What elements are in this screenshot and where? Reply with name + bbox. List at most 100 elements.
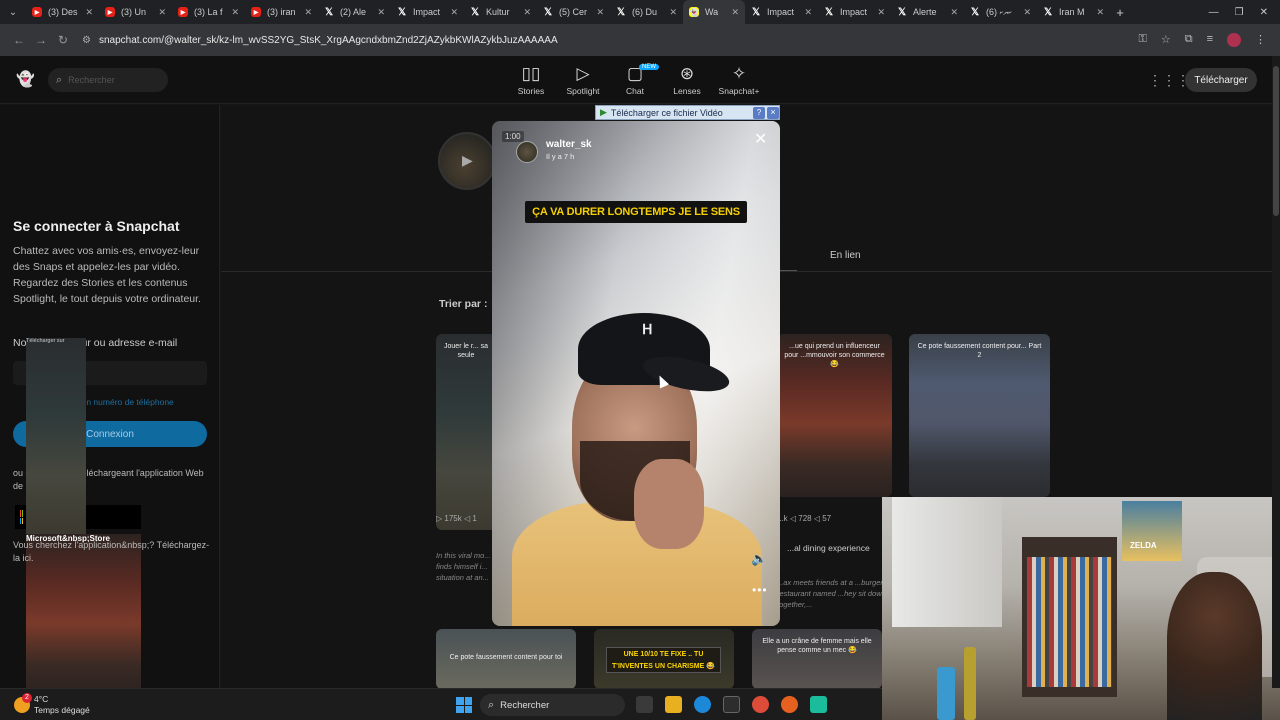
spotlight-thumb[interactable]: Elle a un crâne de femme mais elle pense… xyxy=(752,629,882,689)
browser-tab[interactable]: 𝕏 Iran M ✕ xyxy=(1037,0,1110,24)
x-logo-icon: 𝕏 xyxy=(397,6,407,18)
login-title: Se connecter à Snapchat xyxy=(13,218,180,234)
store-icon[interactable] xyxy=(723,696,740,713)
story-username[interactable]: walter_sk xyxy=(546,139,592,150)
tab-close-icon[interactable]: ✕ xyxy=(950,7,958,18)
minimize-icon[interactable]: — xyxy=(1209,7,1219,18)
task-view-icon[interactable] xyxy=(636,696,653,713)
browser-tab[interactable]: 𝕏 Impact ✕ xyxy=(818,0,891,24)
reload-icon[interactable]: ↻ xyxy=(52,33,74,47)
password-key-icon[interactable]: ⚿ xyxy=(1138,33,1146,47)
windows-start-icon[interactable] xyxy=(456,697,472,713)
tab-close-icon[interactable]: ✕ xyxy=(1023,7,1031,18)
story-time: Il y a 7 h xyxy=(546,152,575,161)
spotlight-thumb[interactable]: Ce pote faussement content pour toi xyxy=(436,629,576,689)
profile-avatar[interactable]: ▶ xyxy=(438,132,496,190)
back-icon[interactable]: ← xyxy=(8,33,30,47)
spotlight-thumb[interactable]: ...ue qui prend un influenceur pour ...m… xyxy=(777,334,892,497)
close-window-icon[interactable]: ✕ xyxy=(1260,7,1268,18)
nav-snapchat-plus[interactable]: ✧ Snapchat+ xyxy=(713,64,765,96)
media-icon[interactable]: ≡ xyxy=(1207,33,1213,47)
extensions-icon[interactable]: ⧉ xyxy=(1185,33,1193,47)
nav-label: Stories xyxy=(517,86,545,96)
spotlight-thumb[interactable]: UNE 10/10 TE FIXE .. TU T'INVENTES UN CH… xyxy=(594,629,734,689)
firefox-icon[interactable] xyxy=(781,696,798,713)
thumb-caption: Ce pote faussement content pour toi xyxy=(449,654,563,661)
tab-related[interactable]: En lien xyxy=(830,250,861,261)
nav-spotlight[interactable]: ▷ Spotlight xyxy=(557,64,609,96)
weather-widget[interactable]: 2 4°C Temps dégagé xyxy=(14,693,90,716)
bookmark-star-icon[interactable]: ☆ xyxy=(1161,33,1171,47)
tab-close-icon[interactable]: ✕ xyxy=(731,7,739,18)
app-question: Vous cherchez l'application&nbsp;? Téléc… xyxy=(13,540,210,563)
close-icon[interactable]: × xyxy=(767,106,779,119)
browser-tab[interactable]: 𝕏 Impact ✕ xyxy=(745,0,818,24)
tab-close-icon[interactable]: ✕ xyxy=(877,7,885,18)
page-scrollbar[interactable] xyxy=(1272,56,1280,688)
browser-tab[interactable]: 𝕏 (2) Ale ✕ xyxy=(318,0,391,24)
browser-tab[interactable]: 𝕏 (5) Cer ✕ xyxy=(537,0,610,24)
browser-tab[interactable]: ▶ (3) Un ✕ xyxy=(99,0,172,24)
new-tab-button[interactable]: + xyxy=(1110,5,1130,20)
forward-icon[interactable]: → xyxy=(30,33,52,47)
browser-tab[interactable]: 👻 Wa ✕ xyxy=(683,0,745,24)
spotlight-thumb[interactable]: Jouer le r... sa seule xyxy=(436,334,496,530)
more-dots-icon[interactable]: ••• xyxy=(752,583,768,597)
microsoft-store-button[interactable]: Télécharger sur Microsoft&nbsp;Store xyxy=(15,337,141,697)
tab-close-icon[interactable]: ✕ xyxy=(596,7,604,18)
video-download-bar[interactable]: ▶ Télécharger ce fichier Vidéo ? × xyxy=(595,105,780,120)
tab-close-icon[interactable]: ✕ xyxy=(1096,7,1104,18)
tab-close-icon[interactable]: ✕ xyxy=(377,7,385,18)
youtube-icon: ▶ xyxy=(178,7,188,17)
profile-avatar[interactable] xyxy=(1227,33,1241,47)
sound-icon[interactable]: 🔈 xyxy=(751,551,767,567)
nav-lenses[interactable]: ⊛ Lenses xyxy=(661,64,713,96)
chrome-icon[interactable] xyxy=(752,696,769,713)
nav-chat[interactable]: ▢ NEW Chat xyxy=(609,64,661,96)
snapchat-ghost-icon[interactable]: 👻 xyxy=(16,70,35,88)
browser-tab[interactable]: 𝕏 (6) Du ✕ xyxy=(610,0,683,24)
browser-tab[interactable]: 𝕏 Impact ✕ xyxy=(391,0,464,24)
story-avatar[interactable] xyxy=(516,141,538,163)
tab-close-icon[interactable]: ✕ xyxy=(158,7,166,18)
menu-dots-icon[interactable]: ⋮ xyxy=(1255,33,1266,47)
browser-tab[interactable]: ▶ (3) iran ✕ xyxy=(245,0,318,24)
close-icon[interactable]: ✕ xyxy=(754,129,767,149)
browser-tab[interactable]: 𝕏 ކޔކ (6) ✕ xyxy=(964,0,1037,24)
streamer xyxy=(1167,572,1262,720)
tab-close-icon[interactable]: ✕ xyxy=(804,7,812,18)
site-info-icon[interactable]: ⚙ xyxy=(82,35,91,46)
taskbar-search[interactable]: ⌕ Rechercher xyxy=(480,694,625,716)
download-button[interactable]: Télécharger xyxy=(1185,68,1257,92)
browser-tab[interactable]: 𝕏 Kultur ✕ xyxy=(464,0,537,24)
restore-icon[interactable]: ❐ xyxy=(1235,7,1244,18)
edge-icon[interactable] xyxy=(694,696,711,713)
browser-tab[interactable]: ▶ (3) La f ✕ xyxy=(172,0,245,24)
story-viewer[interactable]: ᕼ 1:00 walter_sk Il y a 7 h ✕ ÇA VA DURE… xyxy=(492,121,780,626)
file-explorer-icon[interactable] xyxy=(665,696,682,713)
scrollbar-thumb[interactable] xyxy=(1273,66,1279,216)
apps-grid-icon[interactable]: ⋮⋮⋮ xyxy=(1148,72,1190,89)
nav-stories[interactable]: ▯▯ Stories xyxy=(505,64,557,96)
spotlight-thumb[interactable]: Ce pote faussement content pour... Part … xyxy=(909,334,1050,497)
tab-close-icon[interactable]: ✕ xyxy=(304,7,312,18)
download-label[interactable]: Télécharger ce fichier Vidéo xyxy=(611,108,753,118)
tab-close-icon[interactable]: ✕ xyxy=(450,7,458,18)
tab-search-icon[interactable]: ⌄ xyxy=(0,0,26,24)
search-input[interactable]: ⌕ Rechercher xyxy=(48,68,168,92)
tab-close-icon[interactable]: ✕ xyxy=(85,7,93,18)
tab-close-icon[interactable]: ✕ xyxy=(523,7,531,18)
browser-tab[interactable]: 𝕏 Alerte ✕ xyxy=(891,0,964,24)
tab-label: ކޔކ (6) xyxy=(986,6,1012,17)
url-field[interactable]: ⚙ snapchat.com/@walter_sk/kz-lm_wvSS2YG_… xyxy=(82,28,1138,52)
tab-label: Impact xyxy=(840,7,868,17)
address-actions: ⚿ ☆ ⧉ ≡ ⋮ xyxy=(1138,33,1272,47)
tab-close-icon[interactable]: ✕ xyxy=(231,7,239,18)
browser-tab[interactable]: ▶ (3) Des ✕ xyxy=(26,0,99,24)
thumb-caption: ...ue qui prend un influenceur pour ...m… xyxy=(784,343,885,368)
app-icon[interactable] xyxy=(810,696,827,713)
help-icon[interactable]: ? xyxy=(753,106,765,119)
tab-label: (5) Cer xyxy=(559,7,588,17)
tab-label: Wa xyxy=(705,7,719,17)
tab-close-icon[interactable]: ✕ xyxy=(669,7,677,18)
